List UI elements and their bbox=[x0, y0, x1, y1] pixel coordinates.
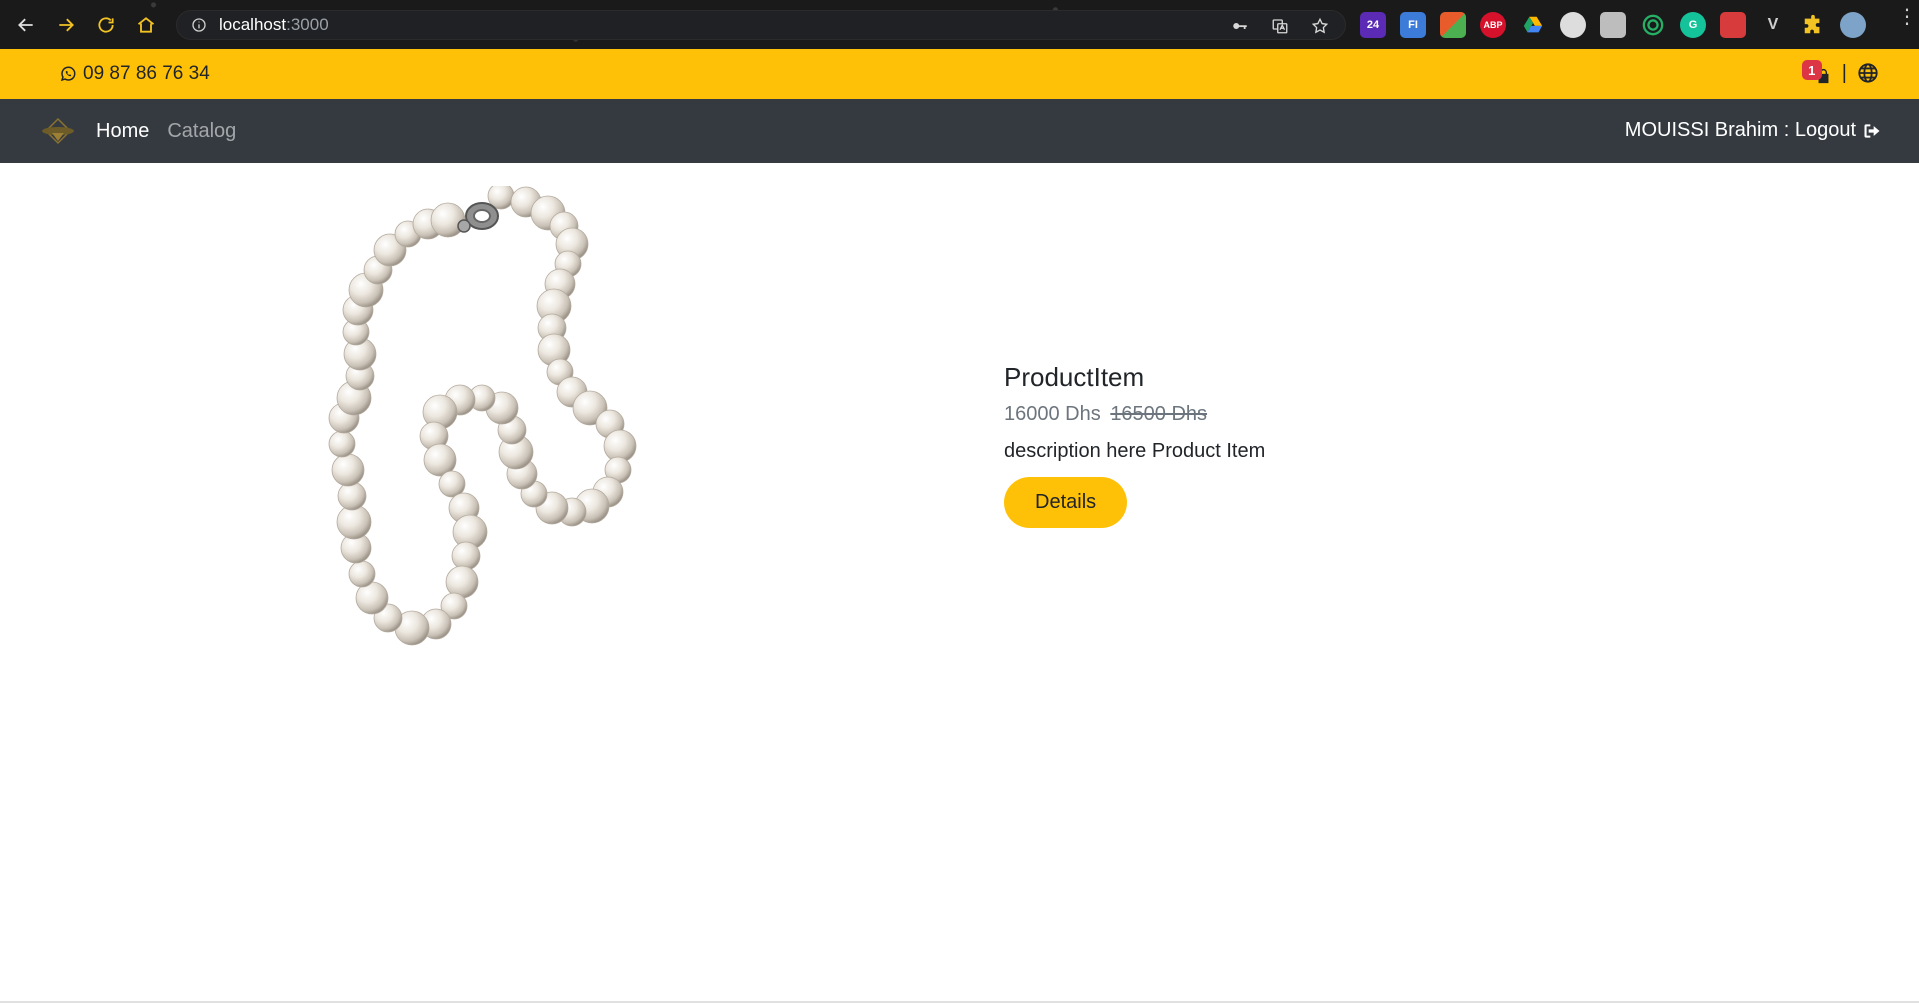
ext-target-icon[interactable] bbox=[1640, 12, 1666, 38]
arrow-right-icon bbox=[59, 18, 74, 31]
user-logout-label: MOUISSI Brahim : Logout bbox=[1624, 119, 1856, 141]
info-icon bbox=[192, 18, 206, 32]
profile-avatar-icon[interactable] bbox=[1840, 12, 1866, 38]
ext-fi-icon[interactable]: FI bbox=[1400, 12, 1426, 38]
product-title: ProductItem bbox=[1004, 362, 1145, 392]
browser-toolbar: localhost:3000 24 FI ABP G V ⋮ bbox=[0, 0, 1919, 49]
browser-menu-icon[interactable]: ⋮ bbox=[1897, 7, 1917, 27]
product-info: ProductItem 16000 Dhs 16500 Dhs descript… bbox=[1004, 362, 1504, 528]
contact-bar: 09 87 86 76 34 1 | bbox=[0, 49, 1919, 99]
pearl bbox=[348, 560, 376, 588]
url-text: localhost:3000 bbox=[219, 15, 329, 34]
pearl bbox=[331, 453, 365, 487]
ext-color-icon[interactable] bbox=[1440, 12, 1466, 38]
phone-number: 09 87 86 76 34 bbox=[83, 63, 210, 84]
ext-v-icon[interactable]: V bbox=[1760, 12, 1786, 38]
pearl bbox=[451, 541, 481, 571]
sign-out-icon bbox=[1864, 123, 1880, 138]
pearl-necklace-image bbox=[328, 186, 637, 646]
cart-count-badge: 1 bbox=[1801, 60, 1822, 80]
price-line: 16000 Dhs 16500 Dhs bbox=[1004, 403, 1504, 426]
old-price: 16500 Dhs bbox=[1110, 403, 1208, 425]
ext-red-icon[interactable] bbox=[1720, 12, 1746, 38]
ext-folder-icon[interactable] bbox=[1600, 12, 1626, 38]
puzzle-icon[interactable] bbox=[1800, 12, 1826, 38]
reload-icon bbox=[98, 16, 114, 33]
nav-home-link[interactable]: Home bbox=[96, 120, 149, 143]
main-navbar: Home Catalog MOUISSI Brahim : Logout bbox=[0, 99, 1919, 163]
whatsapp-icon bbox=[60, 66, 76, 82]
ext-circle-icon[interactable] bbox=[1560, 12, 1586, 38]
translate-icon[interactable] bbox=[1269, 15, 1291, 37]
ext-24-icon[interactable]: 24 bbox=[1360, 12, 1386, 38]
nav-catalog-link[interactable]: Catalog bbox=[167, 120, 236, 143]
google-drive-icon[interactable] bbox=[1520, 12, 1546, 38]
pearl bbox=[328, 430, 356, 458]
back-button[interactable] bbox=[6, 0, 46, 49]
logout-link[interactable]: MOUISSI Brahim : Logout bbox=[1625, 119, 1882, 142]
phone-contact[interactable]: 09 87 86 76 34 bbox=[59, 63, 210, 85]
current-price: 16000 Dhs bbox=[1004, 403, 1101, 425]
grammarly-icon[interactable]: G bbox=[1680, 12, 1706, 38]
forward-button[interactable] bbox=[46, 0, 86, 49]
pearl bbox=[337, 481, 367, 511]
separator: | bbox=[1841, 61, 1847, 84]
pearl bbox=[430, 202, 466, 238]
product-description: description here Product Item bbox=[1004, 440, 1266, 462]
details-button[interactable]: Details bbox=[1004, 477, 1128, 528]
home-icon bbox=[137, 16, 155, 33]
key-icon[interactable] bbox=[1229, 15, 1251, 37]
globe-language-icon[interactable] bbox=[1857, 62, 1879, 84]
ext-abp-icon[interactable]: ABP bbox=[1480, 12, 1506, 38]
brand-logo[interactable] bbox=[38, 111, 78, 151]
home-browser-button[interactable] bbox=[126, 0, 166, 49]
arrow-left-icon bbox=[18, 18, 33, 31]
cart-button[interactable]: 1 bbox=[1801, 60, 1832, 86]
star-bookmark-icon[interactable] bbox=[1309, 15, 1331, 37]
extensions-bar: 24 FI ABP G V bbox=[1360, 12, 1866, 38]
reload-button[interactable] bbox=[86, 0, 126, 49]
address-bar[interactable]: localhost:3000 bbox=[176, 10, 1346, 40]
